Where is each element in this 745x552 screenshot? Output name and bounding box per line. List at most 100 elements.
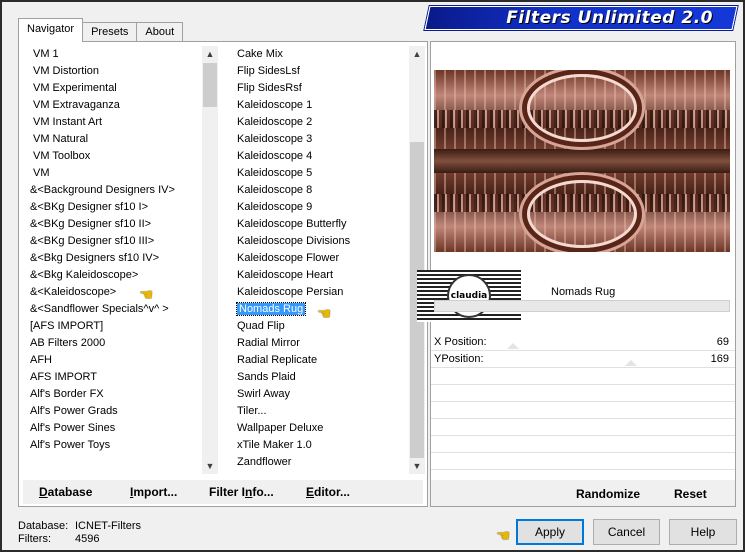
category-item[interactable]: [AFS IMPORT] (27, 318, 219, 335)
category-item-label: &<Background Designers IV> (30, 184, 175, 196)
app-title: Filters Unlimited 2.0 (506, 8, 713, 28)
category-item[interactable]: Alf's Power Grads (27, 403, 219, 420)
category-item[interactable]: Alf's Power Sines (27, 420, 219, 437)
filters-label: Filters: (18, 533, 51, 545)
filters-unlimited-window: Filters Unlimited 2.0 Navigator Presets … (0, 0, 745, 552)
database-button-key: D (39, 485, 48, 499)
category-item[interactable]: &<Bkg Designers sf10 IV> (27, 250, 219, 267)
arrow-up-icon[interactable]: ▲ (202, 46, 218, 62)
category-item[interactable]: &<Kaleidoscope> (27, 284, 219, 301)
filter-item[interactable]: Kaleidoscope 2 (235, 114, 411, 131)
filter-item[interactable]: Kaleidoscope 1 (235, 97, 411, 114)
category-item[interactable]: AFH (27, 352, 219, 369)
filter-item-label: Kaleidoscope 5 (237, 167, 313, 179)
category-scroll-thumb[interactable] (203, 63, 217, 107)
tab-presets[interactable]: Presets (82, 22, 138, 42)
category-item[interactable]: &<Background Designers IV> (27, 182, 219, 199)
filter-item[interactable]: Kaleidoscope Flower (235, 250, 411, 267)
filter-item[interactable]: Kaleidoscope 5 (235, 165, 411, 182)
category-item[interactable]: VM (27, 165, 219, 182)
filter-item[interactable]: Kaleidoscope Divisions (235, 233, 411, 250)
category-item-label: VM Extravaganza (33, 99, 120, 111)
filter-item[interactable]: Kaleidoscope 9 (235, 199, 411, 216)
category-item[interactable]: AFS IMPORT (27, 369, 219, 386)
filter-item[interactable]: Tiler... (235, 403, 411, 420)
category-item[interactable]: VM Instant Art (27, 114, 219, 131)
editor-button[interactable]: Editor... (306, 485, 350, 499)
database-button[interactable]: Database (39, 485, 92, 499)
category-list[interactable]: VM 1 VM Distortion VM Experimental VM Extra… (27, 46, 219, 474)
parameter-row[interactable]: X Position: 69 (431, 334, 735, 351)
category-item[interactable]: VM 1 (27, 46, 219, 63)
filter-item[interactable]: Zandflower (235, 454, 411, 471)
parameter-row[interactable] (431, 419, 735, 436)
filter-item[interactable]: Kaleidoscope 8 (235, 182, 411, 199)
category-item[interactable]: VM Natural (27, 131, 219, 148)
category-item[interactable]: &<Sandflower Specials^v^ > (27, 301, 219, 318)
filter-item[interactable]: Flip SidesRsf (235, 80, 411, 97)
parameter-row[interactable] (431, 368, 735, 385)
filter-item[interactable]: Kaleidoscope Persian (235, 284, 411, 301)
filter-item[interactable]: Cake Mix (235, 46, 411, 63)
randomize-button[interactable]: Randomize (576, 487, 640, 501)
filter-item[interactable]: xTile Maker 1.0 (235, 437, 411, 454)
database-button-label: atabase (47, 485, 93, 499)
database-value: ICNET-Filters (75, 520, 141, 532)
filter-item[interactable]: Radial Replicate (235, 352, 411, 369)
category-scrollbar[interactable]: ▲ ▼ (202, 46, 218, 474)
filter-item[interactable]: Sands Plaid (235, 369, 411, 386)
category-item-label: Alf's Border FX (30, 388, 104, 400)
category-item[interactable]: Alf's Border FX (27, 386, 219, 403)
parameter-row[interactable] (431, 402, 735, 419)
filter-info-button-label-a: Filter I (209, 485, 246, 499)
category-item[interactable]: VM Toolbox (27, 148, 219, 165)
filter-item[interactable]: Kaleidoscope Butterfly (235, 216, 411, 233)
arrow-down-icon[interactable]: ▼ (202, 458, 218, 474)
apply-button[interactable]: Apply (516, 519, 584, 545)
filter-item-label: Kaleidoscope 1 (237, 99, 313, 111)
category-item[interactable]: &<BKg Designer sf10 I> (27, 199, 219, 216)
filter-item[interactable]: Wallpaper Deluxe (235, 420, 411, 437)
filter-scrollbar[interactable]: ▲ ▼ (409, 46, 425, 474)
arrow-down-icon[interactable]: ▼ (409, 458, 425, 474)
category-item[interactable]: VM Extravaganza (27, 97, 219, 114)
category-item[interactable]: VM Experimental (27, 80, 219, 97)
filter-item-label: Flip SidesLsf (237, 65, 300, 77)
reset-button[interactable]: Reset (674, 487, 707, 501)
tab-navigator[interactable]: Navigator (18, 18, 84, 42)
filter-item[interactable]: Kaleidoscope Heart (235, 267, 411, 284)
category-item-label: AFS IMPORT (30, 371, 98, 383)
tab-about[interactable]: About (136, 22, 184, 42)
parameter-row[interactable] (431, 436, 735, 453)
parameter-row[interactable] (431, 385, 735, 402)
category-item[interactable]: &<BKg Designer sf10 III> (27, 233, 219, 250)
filter-item[interactable]: Swirl Away (235, 386, 411, 403)
category-item[interactable]: Alf's Power Toys (27, 437, 219, 454)
category-item[interactable]: &<Bkg Kaleidoscope> (27, 267, 219, 284)
filter-list[interactable]: Cake Mix Flip SidesLsf Flip SidesRsf Kaleid… (235, 46, 411, 474)
category-item-label: Alf's Power Sines (30, 422, 116, 434)
category-item[interactable]: AB Filters 2000 (27, 335, 219, 352)
filters-value: 4596 (75, 533, 100, 545)
category-item-label: VM Distortion (33, 65, 100, 77)
filter-info-button[interactable]: Filter Info... (209, 485, 274, 499)
filter-item[interactable]: Kaleidoscope 3 (235, 131, 411, 148)
navigator-panel: VM 1 VM Distortion VM Experimental VM Extra… (18, 41, 428, 507)
parameter-row[interactable] (431, 453, 735, 470)
cancel-button[interactable]: Cancel (593, 519, 660, 545)
category-item[interactable]: VM Distortion (27, 63, 219, 80)
status-database-row: Database: ICNET-Filters (18, 520, 141, 533)
arrow-up-icon[interactable]: ▲ (409, 46, 425, 62)
category-item-label: VM Instant Art (33, 116, 103, 128)
import-button[interactable]: Import... (130, 485, 177, 499)
parameter-value: 169 (710, 353, 729, 365)
category-item[interactable]: &<BKg Designer sf10 II> (27, 216, 219, 233)
filter-item[interactable]: Flip SidesLsf (235, 63, 411, 80)
filter-item[interactable]: Kaleidoscope 4 (235, 148, 411, 165)
preview-separator (434, 300, 730, 312)
parameter-row[interactable]: YPosition: 169 (431, 351, 735, 368)
filter-item-label: Kaleidoscope 8 (237, 184, 313, 196)
help-button[interactable]: Help (669, 519, 737, 545)
filter-item[interactable]: Radial Mirror (235, 335, 411, 352)
category-item-label: VM (33, 167, 50, 179)
